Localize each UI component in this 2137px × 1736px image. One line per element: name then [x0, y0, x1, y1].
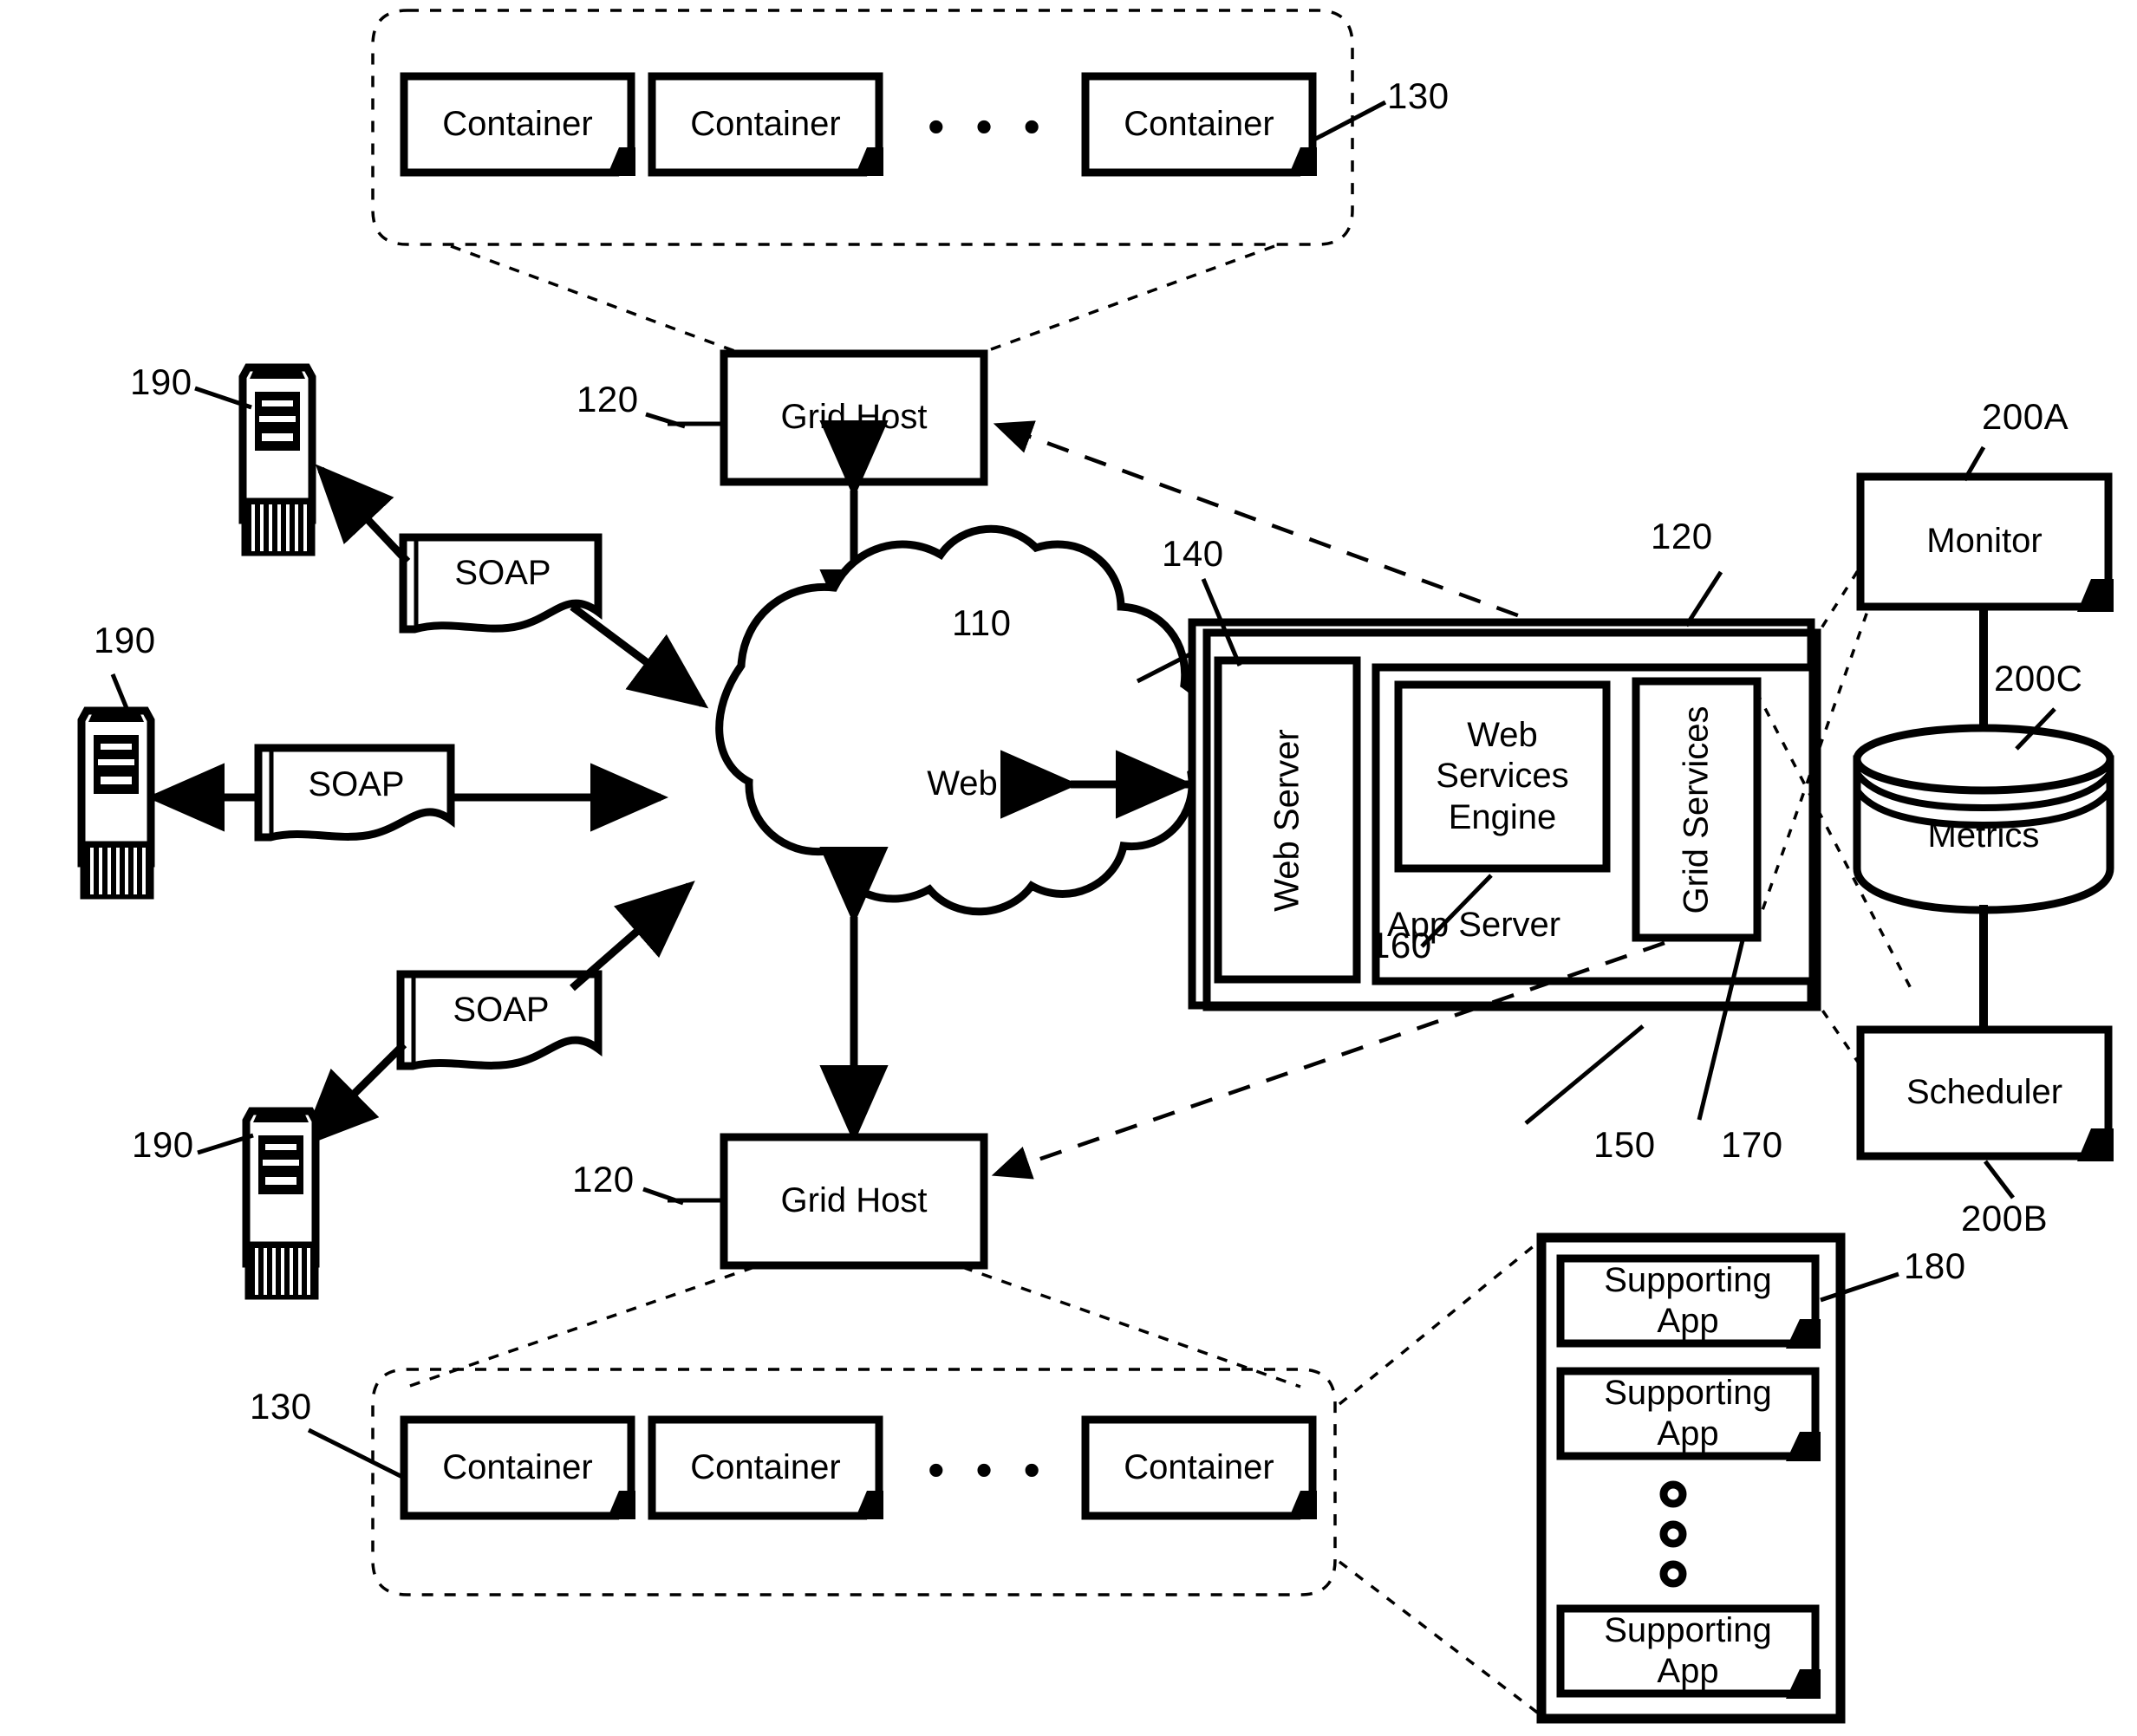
- container-shape-bot-2: [648, 1415, 883, 1520]
- ref-190-bottom: 190: [132, 1124, 194, 1165]
- ref-170: 170: [1721, 1124, 1783, 1165]
- expansion-lines-bottom: [407, 1265, 1301, 1388]
- web-cloud-shape: [715, 524, 1213, 916]
- soap-shape-1: [399, 533, 603, 634]
- leader-130-top: [1311, 100, 1387, 143]
- ref-150: 150: [1593, 1124, 1656, 1165]
- ref-130-bottom: 130: [250, 1386, 312, 1427]
- diagram-canvas: Container Container • • • Container 130 …: [0, 0, 2137, 1736]
- ref-130-top: 130: [1387, 75, 1450, 116]
- web-services-engine-shape: [1394, 680, 1611, 873]
- diagram-vector-layer: [77, 9, 2114, 1724]
- leader-190-b: [110, 673, 131, 713]
- ref-120-gridhost-top: 120: [577, 379, 639, 419]
- leader-120-server: [1684, 570, 1723, 627]
- arrow-soap3-to-client: [299, 1041, 407, 1148]
- ref-110: 110: [952, 602, 1012, 643]
- web-server-label: Web Server: [1267, 728, 1306, 912]
- client-device-1: [238, 363, 316, 556]
- container-shape-top-2: [648, 72, 883, 177]
- ref-190-middle: 190: [94, 620, 156, 660]
- ref-200A: 200A: [1982, 396, 2069, 437]
- supporting-apps-panel: [1536, 1232, 1846, 1724]
- ref-190-top: 190: [130, 361, 192, 402]
- client-device-3: [242, 1107, 320, 1300]
- ref-200B: 200B: [1961, 1198, 2049, 1239]
- ref-120-server: 120: [1651, 516, 1713, 556]
- grid-host-bottom-shape: [720, 1133, 988, 1270]
- grid-host-top-shape: [720, 349, 988, 486]
- soap-shape-3: [396, 970, 603, 1070]
- container-shape-top-3: [1081, 72, 1317, 177]
- ref-160: 160: [1370, 925, 1432, 966]
- grid-services-label: Grid Services: [1677, 705, 1716, 914]
- arrow-soap1-to-client: [315, 464, 411, 565]
- monitor-shape: [1856, 472, 2114, 612]
- metrics-cylinder: [1853, 724, 2114, 914]
- client-device-2: [77, 706, 155, 900]
- ref-120-gridhost-bottom: 120: [572, 1159, 635, 1200]
- scheduler-shape: [1856, 1025, 2114, 1161]
- expansion-lines-top: [450, 244, 1275, 354]
- ref-200C: 200C: [1994, 658, 2083, 699]
- container-shape-bot-3: [1081, 1415, 1317, 1520]
- arrow-soap3-to-cloud: [570, 881, 695, 992]
- container-shape-bot-1: [400, 1415, 635, 1520]
- arrow-soap1-to-cloud: [570, 603, 709, 709]
- leader-200B: [1984, 1160, 2015, 1200]
- ref-180: 180: [1904, 1245, 1966, 1286]
- leader-130-bottom: [307, 1427, 406, 1480]
- expansion-lines-supporting: [1338, 1239, 1541, 1716]
- leader-150: [1524, 1024, 1645, 1125]
- ref-140: 140: [1162, 533, 1224, 574]
- container-shape-top-1: [400, 72, 635, 177]
- soap-shape-2: [254, 744, 455, 842]
